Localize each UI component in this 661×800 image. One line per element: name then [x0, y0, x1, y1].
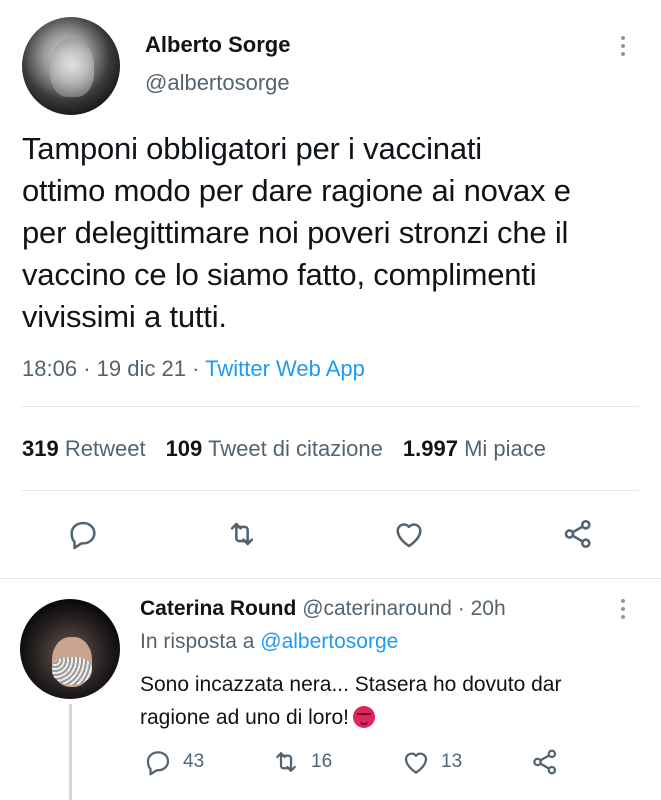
angry-face-icon [353, 706, 375, 728]
thread-connector [69, 704, 72, 800]
reply-like-button[interactable]: 13 [401, 747, 462, 777]
separator-dot: · [192, 356, 200, 381]
tweet-text-line: ottimo modo per dare ragione ai novax e [22, 173, 571, 208]
reply-text-line: Sono incazzata nera... Stasera ho dovuto… [140, 673, 562, 696]
quotes-stat[interactable]: 109 Tweet di citazione [166, 436, 383, 461]
reply-reply-button[interactable]: 43 [143, 747, 204, 777]
share-icon [533, 749, 557, 775]
author-avatar[interactable] [22, 17, 120, 115]
separator-dot: · [83, 356, 91, 381]
more-options-icon[interactable] [619, 36, 627, 56]
separator-dot: · [457, 597, 465, 620]
tweet-text: Tamponi obbligatori per i vaccinati otti… [22, 128, 642, 338]
reply-retweet-button[interactable]: 16 [271, 747, 332, 777]
reply-text-line2: ragione ad uno di loro! [140, 706, 349, 729]
retweets-count: 319 [22, 436, 59, 461]
likes-stat[interactable]: 1.997 Mi piace [403, 436, 546, 461]
reply-text-line: ragione ad uno di loro! [140, 701, 561, 734]
retweet-count: 16 [311, 751, 333, 772]
quotes-count: 109 [165, 436, 203, 461]
quotes-label: Tweet di citazione [208, 436, 383, 461]
tweet-text-line: vaccino ce lo siamo fatto, complimenti [22, 257, 537, 292]
tweet-text-line: per delegittimare noi poveri stronzi che… [22, 215, 569, 250]
reply-icon [146, 751, 170, 776]
retweets-label: Retweet [64, 436, 146, 461]
like-icon[interactable] [392, 517, 426, 551]
reply-icon[interactable] [66, 517, 100, 551]
reply-share-button[interactable] [530, 747, 560, 777]
reply-count: 43 [183, 751, 205, 772]
reply-author-avatar[interactable] [20, 599, 120, 699]
retweets-stat[interactable]: 319 Retweet [22, 436, 146, 461]
reply-to-label: In risposta a [140, 630, 255, 653]
likes-count: 1.997 [402, 436, 458, 461]
reply-context: In risposta a @albertosorge [140, 630, 398, 654]
reply-header: Caterina Round @caterinaround · 20h [140, 597, 506, 621]
reply-to-handle-link[interactable]: @albertosorge [260, 630, 398, 653]
divider [22, 490, 639, 491]
reply-author-handle[interactable]: @caterinaround [302, 597, 452, 620]
tweet-stats: 319 Retweet 109 Tweet di citazione 1.997 M… [22, 436, 546, 462]
more-options-icon[interactable] [619, 599, 627, 619]
tweet-text-line: vivissimi a tutti. [22, 299, 227, 334]
tweet-meta: 18:06 · 19 dic 21 · Twitter Web App [22, 356, 365, 382]
divider [0, 578, 661, 579]
reply-author-name[interactable]: Caterina Round [140, 597, 296, 620]
tweet-date[interactable]: 19 dic 21 [97, 356, 186, 381]
like-count: 13 [441, 751, 463, 772]
tweet-time[interactable]: 18:06 [22, 356, 77, 381]
retweet-icon [276, 752, 296, 772]
tweet-text-line: Tamponi obbligatori per i vaccinati [22, 131, 482, 166]
retweet-icon[interactable] [225, 517, 259, 551]
reply-text: Sono incazzata nera... Stasera ho dovuto… [140, 668, 561, 734]
reply-time[interactable]: 20h [471, 597, 506, 620]
likes-label: Mi piace [464, 436, 546, 461]
share-icon[interactable] [561, 517, 595, 551]
like-icon [404, 752, 428, 774]
tweet-source-link[interactable]: Twitter Web App [205, 356, 365, 381]
divider [22, 406, 639, 407]
author-name[interactable]: Alberto Sorge [145, 32, 290, 58]
author-handle[interactable]: @albertosorge [145, 70, 290, 96]
